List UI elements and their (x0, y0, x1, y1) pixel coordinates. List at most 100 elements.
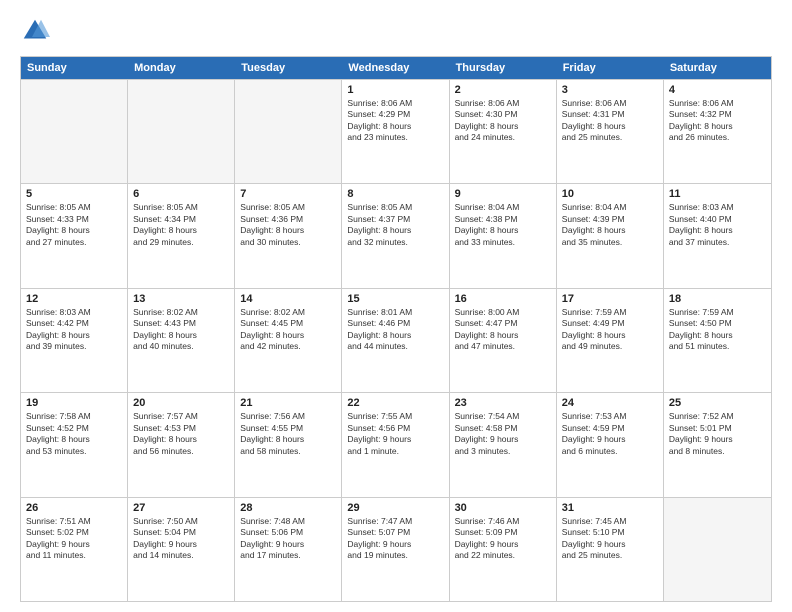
day-number: 28 (240, 502, 336, 514)
day-number: 10 (562, 188, 658, 200)
day-info: Sunrise: 8:05 AM Sunset: 4:37 PM Dayligh… (347, 202, 443, 248)
day-cell-24: 24Sunrise: 7:53 AM Sunset: 4:59 PM Dayli… (557, 393, 664, 496)
day-number: 30 (455, 502, 551, 514)
day-cell-14: 14 Sunrise: 8:02 AM Sunset: 4:45 PM Dayli… (235, 289, 342, 392)
day-info: Sunrise: 8:05 AM Sunset: 4:36 PM Dayligh… (240, 202, 336, 248)
day-info: Sunrise: 7:51 AM Sunset: 5:02 PM Dayligh… (26, 516, 122, 562)
day-cell-4: 4 Sunrise: 8:06 AM Sunset: 4:32 PM Daylig… (664, 80, 771, 183)
day-number: 17 (562, 293, 658, 305)
header-day-sunday: Sunday (21, 57, 128, 79)
day-cell-20: 20 Sunrise: 7:57 AM Sunset: 4:53 PM Dayli… (128, 393, 235, 496)
day-cell-30: 30 Sunrise: 7:46 AM Sunset: 5:09 PM Dayli… (450, 498, 557, 601)
day-info: Sunrise: 7:58 AM Sunset: 4:52 PM Dayligh… (26, 411, 122, 457)
day-info: Sunrise: 7:55 AM Sunset: 4:56 PM Dayligh… (347, 411, 443, 457)
day-cell-25: 25 Sunrise: 7:52 AM Sunset: 5:01 PM Dayli… (664, 393, 771, 496)
day-number: 21 (240, 397, 336, 409)
day-cell-empty-0-0 (21, 80, 128, 183)
day-number: 8 (347, 188, 443, 200)
day-number: 3 (562, 84, 658, 96)
day-number: 13 (133, 293, 229, 305)
header (20, 16, 772, 46)
day-number: 7 (240, 188, 336, 200)
day-cell-29: 29Sunrise: 7:47 AM Sunset: 5:07 PM Dayli… (342, 498, 449, 601)
calendar-row-1: 1 Sunrise: 8:06 AM Sunset: 4:29 PM Daylig… (21, 79, 771, 183)
calendar: SundayMondayTuesdayWednesdayThursdayFrid… (20, 56, 772, 602)
day-cell-8: 8 Sunrise: 8:05 AM Sunset: 4:37 PM Daylig… (342, 184, 449, 287)
day-cell-19: 19 Sunrise: 7:58 AM Sunset: 4:52 PM Dayli… (21, 393, 128, 496)
day-number: 19 (26, 397, 122, 409)
day-info: Sunrise: 8:03 AM Sunset: 4:40 PM Dayligh… (669, 202, 766, 248)
calendar-header: SundayMondayTuesdayWednesdayThursdayFrid… (21, 57, 771, 79)
day-cell-12: 12 Sunrise: 8:03 AM Sunset: 4:42 PM Dayli… (21, 289, 128, 392)
day-cell-23: 23 Sunrise: 7:54 AM Sunset: 4:58 PM Dayli… (450, 393, 557, 496)
day-info: Sunrise: 8:03 AM Sunset: 4:42 PM Dayligh… (26, 307, 122, 353)
day-info: Sunrise: 8:05 AM Sunset: 4:33 PM Dayligh… (26, 202, 122, 248)
calendar-row-4: 19 Sunrise: 7:58 AM Sunset: 4:52 PM Dayli… (21, 392, 771, 496)
day-info: Sunrise: 8:02 AM Sunset: 4:45 PM Dayligh… (240, 307, 336, 353)
day-number: 6 (133, 188, 229, 200)
day-cell-6: 6 Sunrise: 8:05 AM Sunset: 4:34 PM Daylig… (128, 184, 235, 287)
day-info: Sunrise: 8:06 AM Sunset: 4:29 PM Dayligh… (347, 98, 443, 144)
day-cell-11: 11 Sunrise: 8:03 AM Sunset: 4:40 PM Dayli… (664, 184, 771, 287)
day-info: Sunrise: 7:59 AM Sunset: 4:50 PM Dayligh… (669, 307, 766, 353)
header-day-friday: Friday (557, 57, 664, 79)
day-cell-2: 2 Sunrise: 8:06 AM Sunset: 4:30 PM Daylig… (450, 80, 557, 183)
day-cell-empty-0-2 (235, 80, 342, 183)
day-cell-28: 28Sunrise: 7:48 AM Sunset: 5:06 PM Dayli… (235, 498, 342, 601)
day-info: Sunrise: 8:06 AM Sunset: 4:30 PM Dayligh… (455, 98, 551, 144)
day-number: 11 (669, 188, 766, 200)
calendar-row-2: 5Sunrise: 8:05 AM Sunset: 4:33 PM Daylig… (21, 183, 771, 287)
day-info: Sunrise: 7:53 AM Sunset: 4:59 PM Dayligh… (562, 411, 658, 457)
day-info: Sunrise: 7:47 AM Sunset: 5:07 PM Dayligh… (347, 516, 443, 562)
day-cell-5: 5Sunrise: 8:05 AM Sunset: 4:33 PM Daylig… (21, 184, 128, 287)
day-cell-3: 3 Sunrise: 8:06 AM Sunset: 4:31 PM Daylig… (557, 80, 664, 183)
day-cell-1: 1 Sunrise: 8:06 AM Sunset: 4:29 PM Daylig… (342, 80, 449, 183)
day-info: Sunrise: 7:52 AM Sunset: 5:01 PM Dayligh… (669, 411, 766, 457)
day-info: Sunrise: 7:57 AM Sunset: 4:53 PM Dayligh… (133, 411, 229, 457)
day-cell-16: 16 Sunrise: 8:00 AM Sunset: 4:47 PM Dayli… (450, 289, 557, 392)
day-number: 16 (455, 293, 551, 305)
calendar-row-3: 12 Sunrise: 8:03 AM Sunset: 4:42 PM Dayli… (21, 288, 771, 392)
day-info: Sunrise: 8:06 AM Sunset: 4:31 PM Dayligh… (562, 98, 658, 144)
day-number: 4 (669, 84, 766, 96)
calendar-row-5: 26 Sunrise: 7:51 AM Sunset: 5:02 PM Dayli… (21, 497, 771, 601)
header-day-tuesday: Tuesday (235, 57, 342, 79)
day-info: Sunrise: 8:01 AM Sunset: 4:46 PM Dayligh… (347, 307, 443, 353)
day-number: 25 (669, 397, 766, 409)
day-number: 14 (240, 293, 336, 305)
day-number: 18 (669, 293, 766, 305)
header-day-saturday: Saturday (664, 57, 771, 79)
day-number: 27 (133, 502, 229, 514)
day-number: 20 (133, 397, 229, 409)
day-info: Sunrise: 7:54 AM Sunset: 4:58 PM Dayligh… (455, 411, 551, 457)
day-info: Sunrise: 7:56 AM Sunset: 4:55 PM Dayligh… (240, 411, 336, 457)
header-day-monday: Monday (128, 57, 235, 79)
day-cell-15: 15Sunrise: 8:01 AM Sunset: 4:46 PM Dayli… (342, 289, 449, 392)
day-number: 23 (455, 397, 551, 409)
day-cell-13: 13Sunrise: 8:02 AM Sunset: 4:43 PM Dayli… (128, 289, 235, 392)
calendar-body: 1 Sunrise: 8:06 AM Sunset: 4:29 PM Daylig… (21, 79, 771, 601)
day-info: Sunrise: 8:00 AM Sunset: 4:47 PM Dayligh… (455, 307, 551, 353)
day-cell-22: 22Sunrise: 7:55 AM Sunset: 4:56 PM Dayli… (342, 393, 449, 496)
day-cell-27: 27 Sunrise: 7:50 AM Sunset: 5:04 PM Dayli… (128, 498, 235, 601)
day-info: Sunrise: 7:46 AM Sunset: 5:09 PM Dayligh… (455, 516, 551, 562)
day-cell-7: 7 Sunrise: 8:05 AM Sunset: 4:36 PM Daylig… (235, 184, 342, 287)
day-cell-31: 31Sunrise: 7:45 AM Sunset: 5:10 PM Dayli… (557, 498, 664, 601)
day-number: 2 (455, 84, 551, 96)
day-cell-17: 17 Sunrise: 7:59 AM Sunset: 4:49 PM Dayli… (557, 289, 664, 392)
day-number: 26 (26, 502, 122, 514)
day-number: 12 (26, 293, 122, 305)
day-info: Sunrise: 8:05 AM Sunset: 4:34 PM Dayligh… (133, 202, 229, 248)
day-number: 1 (347, 84, 443, 96)
day-info: Sunrise: 7:59 AM Sunset: 4:49 PM Dayligh… (562, 307, 658, 353)
day-cell-26: 26 Sunrise: 7:51 AM Sunset: 5:02 PM Dayli… (21, 498, 128, 601)
day-cell-21: 21 Sunrise: 7:56 AM Sunset: 4:55 PM Dayli… (235, 393, 342, 496)
day-cell-9: 9Sunrise: 8:04 AM Sunset: 4:38 PM Daylig… (450, 184, 557, 287)
day-number: 9 (455, 188, 551, 200)
page: SundayMondayTuesdayWednesdayThursdayFrid… (0, 0, 792, 612)
header-day-thursday: Thursday (450, 57, 557, 79)
day-info: Sunrise: 8:04 AM Sunset: 4:39 PM Dayligh… (562, 202, 658, 248)
day-info: Sunrise: 7:50 AM Sunset: 5:04 PM Dayligh… (133, 516, 229, 562)
day-info: Sunrise: 8:06 AM Sunset: 4:32 PM Dayligh… (669, 98, 766, 144)
day-cell-10: 10 Sunrise: 8:04 AM Sunset: 4:39 PM Dayli… (557, 184, 664, 287)
